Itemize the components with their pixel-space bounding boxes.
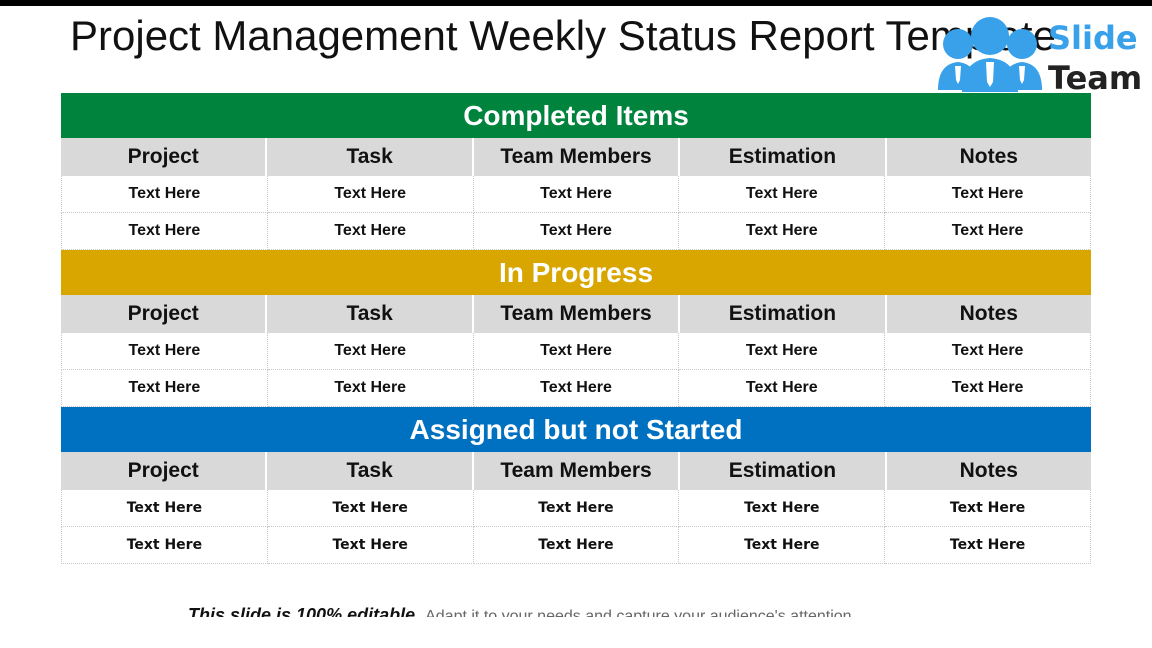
logo-text-team: Team [1048,59,1143,97]
section-title: Assigned but not Started [409,413,743,445]
section-completed-items: Completed Items Project Task Team Member… [61,93,1091,250]
column-header-row: Project Task Team Members Estimation Not… [61,452,1091,490]
cell-notes[interactable]: Text Here [885,176,1091,213]
cell-team-members[interactable]: Text Here [473,176,680,213]
cell-task[interactable]: Text Here [267,333,474,370]
cell-team-members[interactable]: Text Here [473,370,680,407]
cell-notes[interactable]: Text Here [885,527,1091,564]
cell-estimation[interactable]: Text Here [679,370,886,407]
cell-notes[interactable]: Text Here [885,490,1091,527]
column-header-notes: Notes [959,145,1018,168]
column-header-task: Task [267,138,474,176]
cell-task[interactable]: Text Here [267,370,474,407]
column-header-project: Project [61,295,268,333]
column-header-notes: Notes [959,302,1018,325]
cell-notes[interactable]: Text Here [885,213,1091,250]
column-header-project: Project [61,452,268,490]
cell-task[interactable]: Text Here [267,176,474,213]
section-in-progress: In Progress Project Task Team Members Es… [61,250,1091,407]
cell-project[interactable]: Text Here [61,176,268,213]
table-row: Text Here Text Here Text Here Text Here … [61,176,1091,213]
column-header-project: Project [61,138,268,176]
cell-estimation[interactable]: Text Here [679,176,886,213]
table-row: Text Here Text Here Text Here Text Here … [61,490,1091,527]
cell-project[interactable]: Text Here [61,527,268,564]
cell-team-members[interactable]: Text Here [473,213,680,250]
column-header-team-members: Team Members [474,138,681,176]
table-row: Text Here Text Here Text Here Text Here … [61,213,1091,250]
section-assigned-not-started: Assigned but not Started Project Task Te… [61,407,1091,564]
column-header-team-members: Team Members [474,295,681,333]
slideteam-logo: Slide Team [936,16,1142,97]
cell-task[interactable]: Text Here [267,527,474,564]
cell-estimation[interactable]: Text Here [679,527,886,564]
cell-team-members[interactable]: Text Here [473,527,680,564]
cell-project[interactable]: Text Here [61,213,268,250]
section-title: Completed Items [463,99,689,131]
table-row: Text Here Text Here Text Here Text Here … [61,527,1091,564]
section-header: Completed Items [61,93,1091,138]
top-bar [0,0,1152,6]
team-people-icon [938,17,1042,92]
cell-project[interactable]: Text Here [61,490,268,527]
cell-task[interactable]: Text Here [267,213,474,250]
cell-team-members[interactable]: Text Here [473,490,680,527]
cell-project[interactable]: Text Here [61,370,268,407]
column-header-team-members: Team Members [474,452,681,490]
column-header-task: Task [267,295,474,333]
cell-team-members[interactable]: Text Here [473,333,680,370]
table-row: Text Here Text Here Text Here Text Here … [61,333,1091,370]
column-header-estimation: Estimation [680,452,887,490]
column-header-estimation: Estimation [680,138,887,176]
column-header-notes: Notes [959,459,1018,482]
cell-estimation[interactable]: Text Here [679,490,886,527]
cell-notes[interactable]: Text Here [885,333,1091,370]
page-title: Project Management Weekly Status Report … [70,12,1056,59]
cell-estimation[interactable]: Text Here [679,333,886,370]
column-header-estimation: Estimation [680,295,887,333]
footer-note-text: Adapt it to your needs and capture your … [425,608,857,617]
column-header-task: Task [267,452,474,490]
column-header-row: Project Task Team Members Estimation Not… [61,138,1091,176]
cell-task[interactable]: Text Here [267,490,474,527]
cell-estimation[interactable]: Text Here [679,213,886,250]
footer-note-bold: This slide is 100% editable. [188,605,421,617]
status-report-table: Completed Items Project Task Team Member… [61,93,1091,564]
cell-project[interactable]: Text Here [61,333,268,370]
logo-text-slide: Slide [1048,19,1138,57]
section-title: In Progress [498,256,654,288]
footer-note: This slide is 100% editable. Adapt it to… [188,604,856,617]
section-header: In Progress [61,250,1091,295]
section-header: Assigned but not Started [61,407,1091,452]
table-row: Text Here Text Here Text Here Text Here … [61,370,1091,407]
cell-notes[interactable]: Text Here [885,370,1091,407]
column-header-row: Project Task Team Members Estimation Not… [61,295,1091,333]
